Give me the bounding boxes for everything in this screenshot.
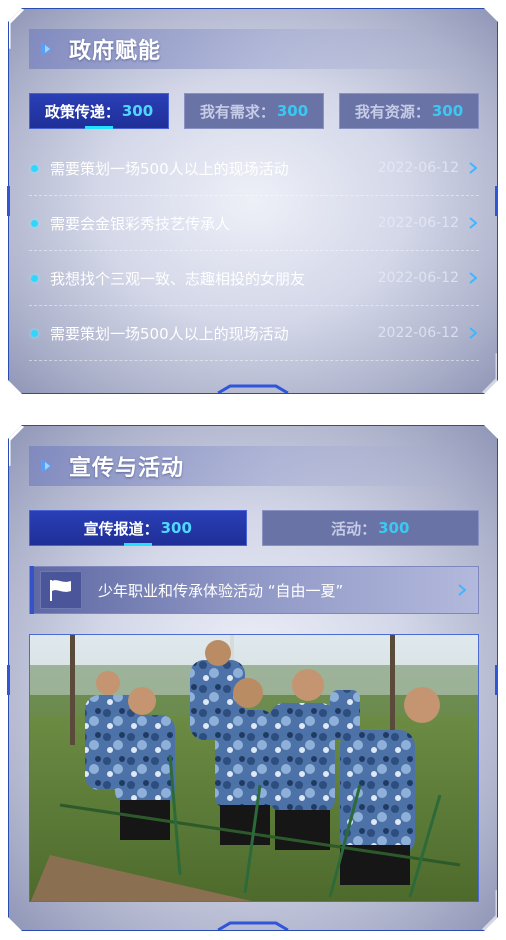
list-item[interactable]: 需要策划一场500人以上的现场活动 2022-06-12 (29, 306, 479, 361)
chevron-right-icon (467, 215, 479, 231)
photo-image (30, 635, 479, 902)
tab-promo-report[interactable]: 宣传报道： 300 (29, 510, 247, 546)
tab-label: 政策传递： (44, 102, 120, 121)
side-marker (495, 186, 498, 216)
featured-activity[interactable]: 少年职业和传承体验活动 “自由一夏” (29, 566, 479, 614)
side-marker (7, 186, 10, 216)
panel-title: 宣传与活动 (69, 456, 185, 481)
chevron-right-icon (456, 582, 468, 598)
bullet-icon (31, 275, 38, 282)
list-item-title: 需要策划一场500人以上的现场活动 (50, 159, 289, 178)
tab-label: 我有资源： (354, 102, 430, 121)
tab-policy[interactable]: 政策传递： 300 (29, 93, 169, 129)
tab-count: 300 (160, 519, 192, 537)
panel-title: 政府赋能 (69, 39, 162, 64)
panel-header: 政府赋能 (29, 29, 475, 69)
accent-bar (30, 566, 34, 614)
bullet-icon (31, 220, 38, 227)
side-marker (7, 665, 10, 695)
tab-bar: 宣传报道： 300 活动： 300 (29, 510, 479, 546)
tab-count: 300 (276, 102, 309, 120)
side-marker (495, 665, 498, 695)
tab-count: 300 (121, 102, 154, 120)
chevron-right-icon (467, 270, 479, 286)
chevron-right-icon (467, 160, 479, 176)
bullet-icon (31, 165, 38, 172)
bullet-icon (31, 330, 38, 337)
tab-count: 300 (378, 519, 410, 537)
news-list: 需要策划一场500人以上的现场活动 2022-06-12 需要会金银彩秀技艺传承… (29, 141, 479, 361)
tab-label: 活动： (331, 519, 377, 538)
tab-activity[interactable]: 活动： 300 (262, 510, 480, 546)
panel-header: 宣传与活动 (29, 446, 475, 486)
list-item-title: 需要策划一场500人以上的现场活动 (50, 324, 289, 343)
tab-label: 我有需求： (199, 102, 275, 121)
list-item-date: 2022-06-12 (377, 325, 459, 341)
promo-activity-panel: 宣传与活动 宣传报道： 300 活动： 300 少年职业和传承体验活动 “自由一夏” (8, 425, 498, 931)
list-item[interactable]: 需要策划一场500人以上的现场活动 2022-06-12 (29, 141, 479, 196)
tab-resource[interactable]: 我有资源： 300 (339, 93, 479, 129)
tab-bar: 政策传递： 300 我有需求： 300 我有资源： 300 (29, 93, 479, 129)
list-item-title: 需要会金银彩秀技艺传承人 (50, 214, 231, 233)
list-item-title: 我想找个三观一致、志趣相投的女朋友 (50, 269, 306, 288)
flag-icon (40, 571, 82, 609)
list-item[interactable]: 需要会金银彩秀技艺传承人 2022-06-12 (29, 196, 479, 251)
list-item[interactable]: 我想找个三观一致、志趣相投的女朋友 2022-06-12 (29, 251, 479, 306)
play-arrow-icon (33, 29, 61, 69)
activity-photo[interactable] (29, 634, 479, 902)
tab-count: 300 (431, 102, 464, 120)
tab-demand[interactable]: 我有需求： 300 (184, 93, 324, 129)
gov-empowerment-panel: 政府赋能 政策传递： 300 我有需求： 300 我有资源： 300 需要策划一场50… (8, 8, 498, 394)
featured-activity-title: 少年职业和传承体验活动 “自由一夏” (98, 581, 344, 600)
list-item-date: 2022-06-12 (377, 215, 459, 231)
tab-label: 宣传报道： (83, 519, 159, 538)
list-item-date: 2022-06-12 (377, 160, 459, 176)
list-item-date: 2022-06-12 (377, 270, 459, 286)
chevron-right-icon (467, 325, 479, 341)
play-arrow-icon (33, 446, 61, 486)
